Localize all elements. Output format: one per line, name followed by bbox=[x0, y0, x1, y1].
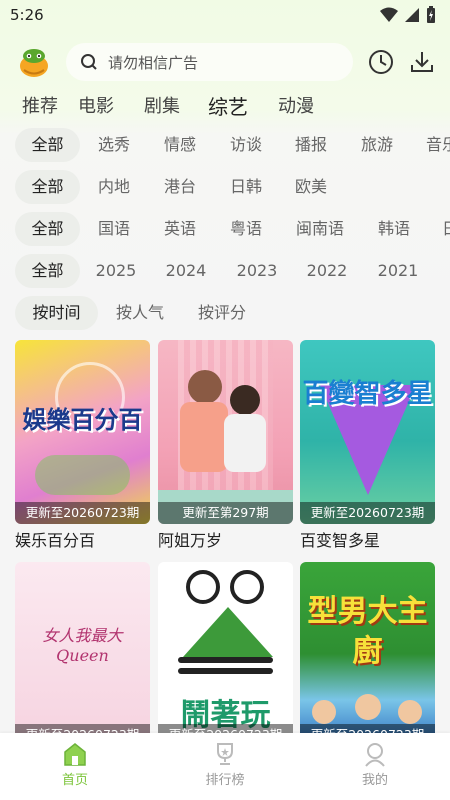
filter-language-item[interactable]: 日语 bbox=[434, 212, 450, 246]
poster-image: 娛樂百分百 更新至20260723期 bbox=[15, 340, 150, 524]
signal-icon bbox=[405, 8, 419, 22]
battery-icon bbox=[427, 6, 435, 23]
filter-language-item[interactable]: 韩语 bbox=[368, 212, 420, 246]
search-placeholder: 请勿相信广告 bbox=[108, 53, 199, 72]
sort-by-time[interactable]: 按时间 bbox=[15, 296, 98, 330]
filter-language-all[interactable]: 全部 bbox=[15, 212, 80, 246]
update-badge: 更新至20260723期 bbox=[300, 502, 435, 524]
nav-home[interactable]: 首页 bbox=[35, 741, 115, 788]
poster-image: 型男大主廚 更新至20260723期 bbox=[300, 562, 435, 746]
filter-year-item[interactable]: 2022 bbox=[299, 254, 355, 288]
filter-type-item[interactable]: 旅游 bbox=[351, 128, 403, 162]
wifi-icon bbox=[380, 7, 398, 22]
tab-recommend[interactable]: 推荐 bbox=[22, 92, 58, 124]
tab-anime[interactable]: 动漫 bbox=[278, 92, 314, 124]
filter-type-all[interactable]: 全部 bbox=[15, 128, 80, 162]
filter-language-item[interactable]: 英语 bbox=[154, 212, 206, 246]
update-badge: 更新至20260723期 bbox=[15, 502, 150, 524]
filter-type-item[interactable]: 音乐 bbox=[418, 128, 450, 162]
nav-label: 首页 bbox=[61, 773, 88, 788]
filter-year-item[interactable]: 2025 bbox=[88, 254, 144, 288]
poster-image: 百變智多星 更新至20260723期 bbox=[300, 340, 435, 524]
update-badge: 更新至第297期 bbox=[158, 502, 293, 524]
sort-by-rating[interactable]: 按评分 bbox=[190, 296, 254, 330]
filter-language-item[interactable]: 粤语 bbox=[220, 212, 272, 246]
search-icon bbox=[81, 54, 97, 70]
filter-type-item[interactable]: 播报 bbox=[285, 128, 337, 162]
app-logo-icon[interactable] bbox=[16, 44, 52, 80]
content-card[interactable]: 型男大主廚 更新至20260723期 bbox=[300, 562, 435, 746]
tab-variety[interactable]: 综艺 bbox=[208, 92, 248, 124]
poster-title-text: 娛樂百分百 bbox=[22, 406, 143, 434]
poster-image: 女人我最大 Queen 更新至20260723期 bbox=[15, 562, 150, 746]
card-title: 百变智多星 bbox=[300, 531, 381, 550]
filter-year-item[interactable]: 2021 bbox=[370, 254, 426, 288]
bottom-nav: 首页 排行榜 我的 bbox=[0, 733, 450, 800]
tab-movies[interactable]: 电影 bbox=[78, 92, 114, 124]
filter-type-item[interactable]: 访谈 bbox=[220, 128, 272, 162]
nav-ranking[interactable]: 排行榜 bbox=[185, 741, 265, 788]
filter-year-all[interactable]: 全部 bbox=[15, 254, 80, 288]
poster-title-text: 型男大主廚 bbox=[307, 594, 428, 669]
card-title: 娱乐百分百 bbox=[15, 531, 96, 550]
category-tabs: 推荐 电影 剧集 综艺 动漫 bbox=[0, 92, 314, 124]
filter-region-all[interactable]: 全部 bbox=[15, 170, 80, 204]
poster-title-text: 女人我最大 Queen bbox=[42, 626, 123, 665]
filter-row-sort: 按时间 按人气 按评分 bbox=[0, 296, 450, 332]
filter-language-item[interactable]: 国语 bbox=[88, 212, 140, 246]
filter-region-item[interactable]: 日韩 bbox=[220, 170, 272, 204]
filter-type-item[interactable]: 选秀 bbox=[88, 128, 140, 162]
poster-title-text: 百變智多星 bbox=[302, 379, 433, 409]
content-card[interactable]: 女人我最大 Queen 更新至20260723期 bbox=[15, 562, 150, 746]
download-icon[interactable] bbox=[408, 48, 436, 76]
home-icon bbox=[64, 743, 86, 766]
sort-by-popularity[interactable]: 按人气 bbox=[108, 296, 172, 330]
nav-profile[interactable]: 我的 bbox=[335, 741, 415, 788]
filter-region-item[interactable]: 内地 bbox=[88, 170, 140, 204]
profile-icon bbox=[365, 743, 385, 767]
top-bar: 请勿相信广告 bbox=[0, 40, 450, 84]
poster-image: 鬧著玩 更新至20260723期 bbox=[158, 562, 293, 746]
filter-year-item[interactable]: 2023 bbox=[229, 254, 285, 288]
content-card[interactable]: 鬧著玩 更新至20260723期 bbox=[158, 562, 293, 746]
poster-image: 更新至第297期 bbox=[158, 340, 293, 524]
card-title: 阿姐万岁 bbox=[158, 531, 223, 550]
filter-row-year: 全部 2025 2024 2023 2022 2021 bbox=[0, 254, 450, 290]
status-time: 5:26 bbox=[10, 6, 44, 24]
filter-year-item[interactable]: 2024 bbox=[158, 254, 214, 288]
nav-label: 排行榜 bbox=[205, 773, 245, 788]
status-icons bbox=[380, 6, 436, 24]
filter-row-language: 全部 国语 英语 粤语 闽南语 韩语 日语 bbox=[0, 212, 450, 248]
filter-region-item[interactable]: 港台 bbox=[154, 170, 206, 204]
history-icon[interactable] bbox=[367, 48, 395, 76]
status-bar: 5:26 bbox=[0, 0, 450, 32]
trophy-icon bbox=[217, 743, 233, 765]
nav-label: 我的 bbox=[361, 773, 388, 788]
filter-language-item[interactable]: 闽南语 bbox=[288, 212, 352, 246]
filter-row-region: 全部 内地 港台 日韩 欧美 bbox=[0, 170, 450, 206]
search-input[interactable]: 请勿相信广告 bbox=[66, 43, 353, 81]
filter-type-item[interactable]: 情感 bbox=[154, 128, 206, 162]
content-card[interactable]: 更新至第297期 阿姐万岁 bbox=[158, 340, 293, 551]
tab-series[interactable]: 剧集 bbox=[144, 92, 180, 124]
filter-row-type: 全部 选秀 情感 访谈 播报 旅游 音乐 bbox=[0, 128, 450, 164]
content-card[interactable]: 娛樂百分百 更新至20260723期 娱乐百分百 bbox=[15, 340, 150, 551]
filter-region-item[interactable]: 欧美 bbox=[285, 170, 337, 204]
content-card[interactable]: 百變智多星 更新至20260723期 百变智多星 bbox=[300, 340, 435, 551]
